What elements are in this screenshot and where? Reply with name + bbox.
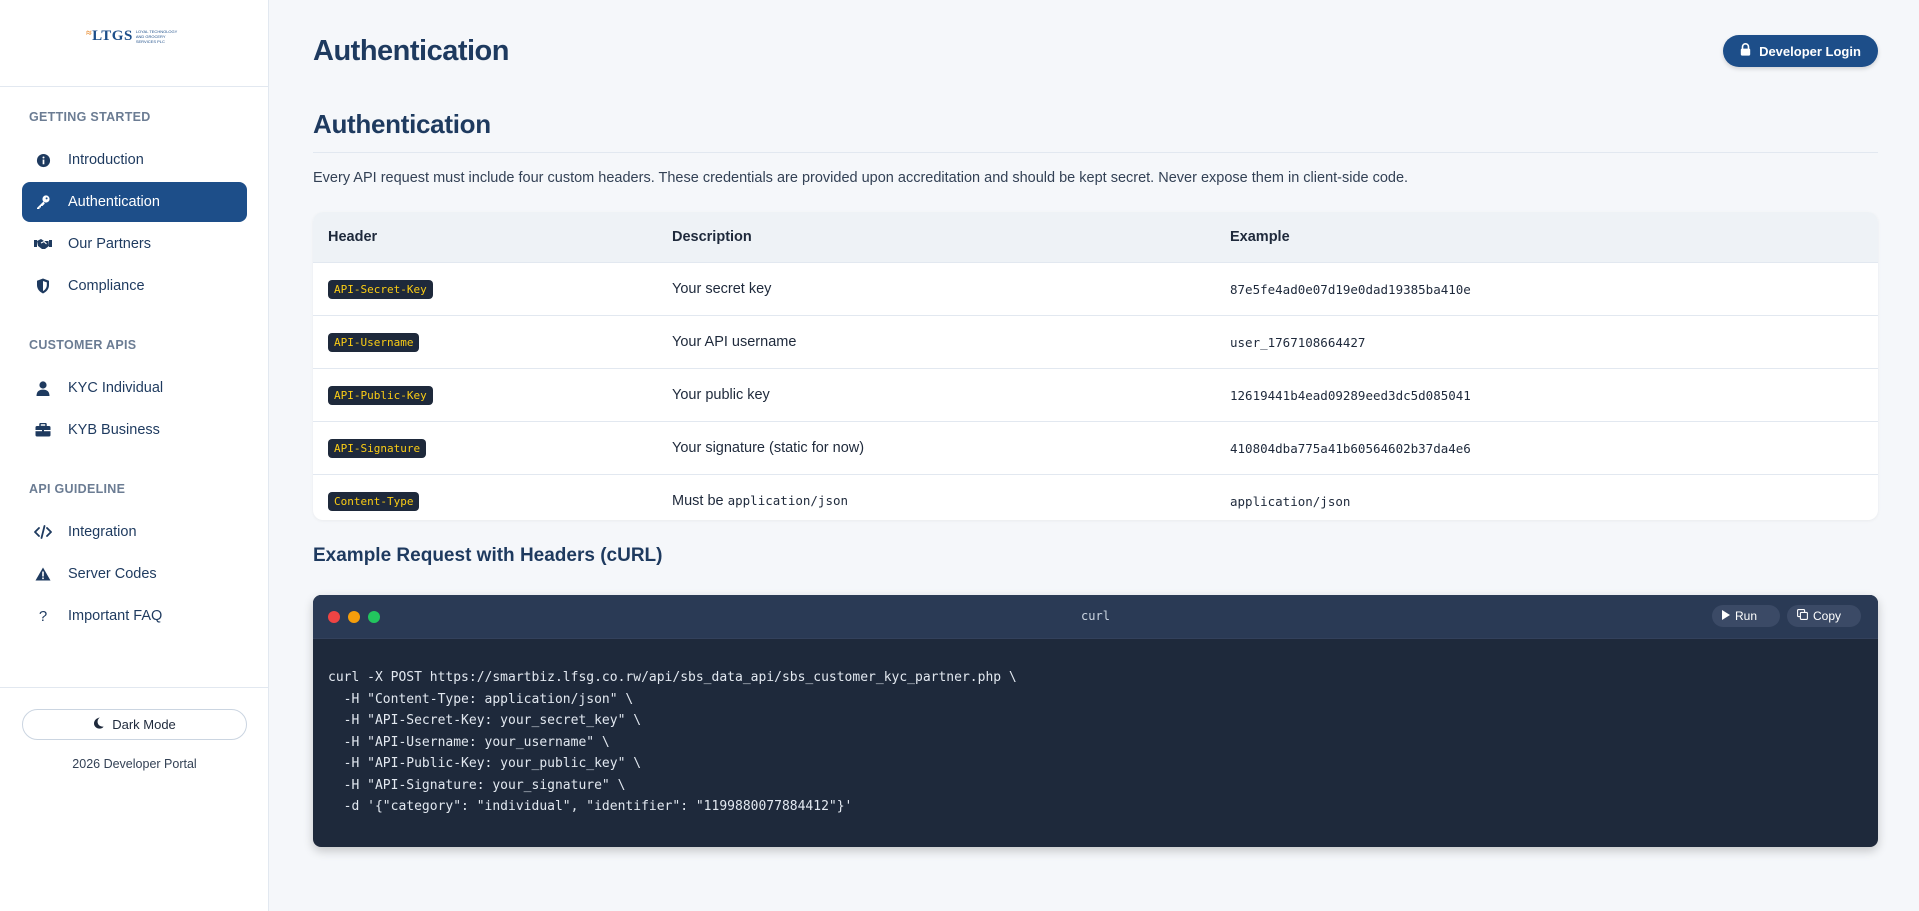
table-row: API-Public-Key Your public key 12619441b… — [313, 368, 1878, 421]
sidebar-item-label: Authentication — [68, 194, 160, 210]
page-title: Authentication — [313, 35, 510, 67]
row-description: Your API username — [672, 334, 797, 350]
sidebar-footer: 2026 Developer Portal — [72, 757, 197, 771]
sidebar-item-our-partners[interactable]: Our Partners — [22, 224, 247, 264]
sidebar-item-label: Integration — [68, 524, 137, 540]
moon-icon — [93, 717, 104, 732]
sidebar: ≈LTGS LOYAL TECHNOLOGY AND GROCERY SERVI… — [0, 0, 269, 911]
code-icon — [34, 523, 52, 541]
sidebar-item-label: KYC Individual — [68, 380, 164, 396]
company-logo[interactable]: ≈LTGS LOYAL TECHNOLOGY AND GROCERY SERVI… — [86, 28, 182, 45]
sidebar-item-label: Our Partners — [68, 236, 151, 252]
developer-login-button[interactable]: Developer Login — [1723, 35, 1878, 67]
header-badge: API-Signature — [328, 438, 427, 458]
sidebar-item-kyb-business[interactable]: KYB Business — [22, 410, 247, 450]
example-title: Example Request with Headers (cURL) — [313, 545, 663, 566]
column-header: Example — [1230, 229, 1290, 245]
row-description: Your public key — [672, 387, 770, 403]
section-title: Authentication — [313, 109, 491, 139]
copy-icon — [1797, 609, 1808, 623]
row-example: application/json — [1230, 493, 1351, 509]
sidebar-item-important-faq[interactable]: ? Important FAQ — [22, 596, 247, 636]
briefcase-icon — [34, 421, 52, 439]
column-header: Header — [328, 229, 378, 245]
column-header: Description — [672, 229, 752, 245]
sidebar-item-compliance[interactable]: Compliance — [22, 266, 247, 306]
sidebar-item-label: Compliance — [68, 278, 145, 294]
copy-label: Copy — [1813, 609, 1842, 623]
table-row: API-Signature Your signature (static for… — [313, 421, 1878, 474]
table-row: Content-Type Must be application/json ap… — [313, 474, 1878, 520]
sidebar-divider — [0, 687, 269, 688]
code-block: curl Run Copy curl -X POST https://smart… — [313, 595, 1878, 847]
info-icon — [34, 151, 52, 169]
section-title-customer-apis: CUSTOMER APIS — [29, 338, 137, 352]
table-row: API-Secret-Key Your secret key 87e5fe4ad… — [313, 262, 1878, 315]
section-title-getting-started: GETTING STARTED — [29, 110, 151, 124]
intro-text: Every API request must include four cust… — [313, 170, 1409, 186]
run-label: Run — [1735, 609, 1758, 623]
question-icon: ? — [38, 607, 48, 625]
sidebar-item-integration[interactable]: Integration — [22, 512, 247, 552]
code-language: curl — [1081, 609, 1110, 623]
header-badge: Content-Type — [328, 491, 420, 511]
dark-mode-label: Dark Mode — [112, 717, 176, 732]
code-header: curl Run Copy — [313, 595, 1878, 639]
row-example: 12619441b4ead09289eed3dc5d085041 — [1230, 387, 1471, 403]
logo-tagline: LOYAL TECHNOLOGY AND GROCERY SERVICES PL… — [135, 28, 178, 44]
row-example: user_1767108664427 — [1230, 334, 1366, 350]
run-button[interactable]: Run — [1712, 605, 1780, 627]
header-badge: API-Public-Key — [328, 385, 433, 405]
warning-icon — [34, 565, 52, 583]
handshake-icon — [34, 235, 52, 253]
sidebar-item-label: Introduction — [68, 152, 144, 168]
sidebar-item-label: Server Codes — [68, 566, 157, 582]
lock-icon — [1740, 42, 1751, 59]
code-content: curl -X POST https://smartbiz.lfsg.co.rw… — [328, 670, 1017, 814]
row-description: Your signature (static for now) — [672, 440, 865, 456]
copy-button[interactable]: Copy — [1787, 605, 1861, 627]
sidebar-item-introduction[interactable]: Introduction — [22, 140, 247, 180]
sidebar-item-label: Important FAQ — [68, 608, 163, 624]
row-example: 87e5fe4ad0e07d19e0dad19385ba410e — [1230, 281, 1471, 297]
row-description: Must be application/json — [672, 493, 849, 509]
row-description: Your secret key — [672, 281, 772, 297]
sidebar-item-label: KYB Business — [68, 422, 160, 438]
main-content: Authentication Developer Login Authentic… — [270, 0, 1919, 911]
logo-area: ≈LTGS LOYAL TECHNOLOGY AND GROCERY SERVI… — [0, 0, 268, 87]
shield-icon — [34, 277, 52, 295]
header-badge: API-Username — [328, 332, 420, 352]
row-example: 410804dba775a41b60564602b37da4e6 — [1230, 440, 1471, 456]
headers-table: Header Description Example API-Secret-Ke… — [313, 212, 1878, 520]
login-label: Developer Login — [1759, 43, 1861, 59]
table-row: API-Username Your API username user_1767… — [313, 315, 1878, 368]
sidebar-item-authentication[interactable]: Authentication — [22, 182, 247, 222]
sidebar-item-kyc-individual[interactable]: KYC Individual — [22, 368, 247, 408]
section-divider — [313, 152, 1878, 153]
key-icon — [34, 193, 52, 211]
inline-code: application/json — [727, 493, 849, 508]
header-badge: API-Secret-Key — [328, 279, 433, 299]
play-icon — [1722, 609, 1730, 623]
dark-mode-toggle[interactable]: Dark Mode — [22, 709, 247, 740]
section-title-api-guideline: API GUIDELINE — [29, 482, 126, 496]
user-icon — [34, 379, 52, 397]
table-header: Header Description Example — [313, 212, 1878, 262]
sidebar-item-server-codes[interactable]: Server Codes — [22, 554, 247, 594]
